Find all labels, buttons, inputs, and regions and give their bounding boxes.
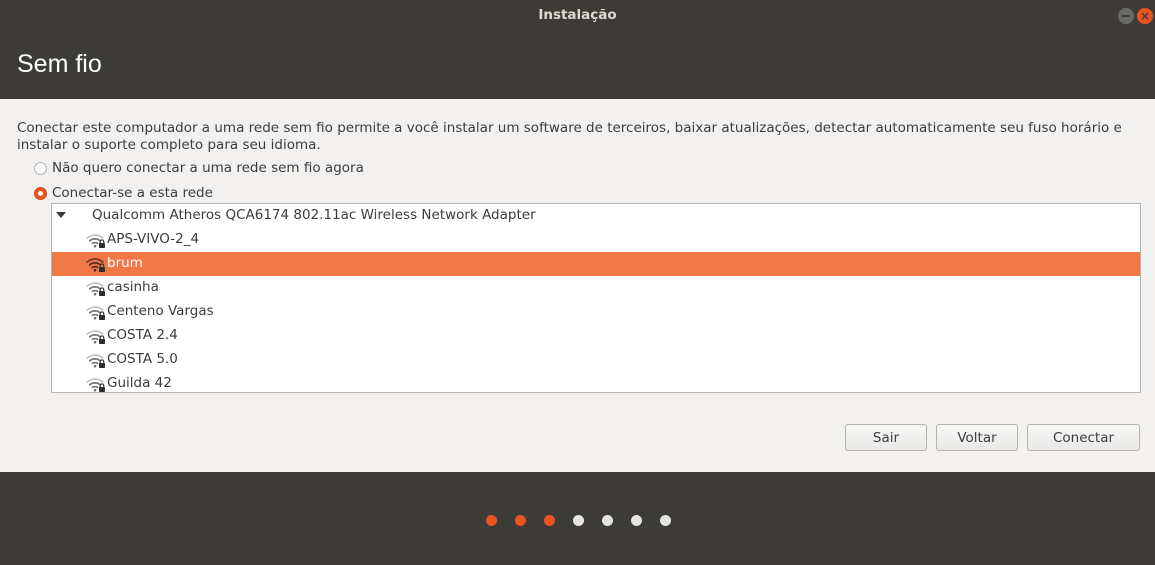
description-text: Conectar este computador a uma rede sem … (17, 120, 1122, 153)
connect-button[interactable]: Conectar (1027, 424, 1140, 451)
option-no-connect-label: Não quero conectar a uma rede sem fio ag… (52, 160, 364, 176)
wifi-lock-icon (85, 330, 105, 344)
network-name: COSTA 2.4 (107, 327, 178, 343)
network-item[interactable]: Centeno Vargas (52, 300, 1140, 324)
progress-dot (515, 515, 526, 526)
back-button[interactable]: Voltar (936, 424, 1018, 451)
wifi-lock-icon (85, 306, 105, 320)
network-item[interactable]: Guilda 42 (52, 372, 1140, 392)
network-name: Guilda 42 (107, 375, 172, 391)
wifi-lock-icon (85, 258, 105, 272)
triangle-down-icon[interactable] (56, 212, 66, 218)
progress-dot (631, 515, 642, 526)
network-name: brum (107, 255, 143, 271)
network-name: COSTA 5.0 (107, 351, 178, 367)
radio-no-connect[interactable] (34, 161, 47, 175)
network-list[interactable]: Qualcomm Atheros QCA6174 802.11ac Wirele… (51, 203, 1141, 393)
progress-dot (602, 515, 613, 526)
close-button[interactable]: × (1137, 8, 1153, 24)
network-item[interactable]: COSTA 5.0 (52, 348, 1140, 372)
title-bar: Instalação × (0, 0, 1155, 30)
progress-footer (0, 472, 1155, 565)
window-title: Instalação (538, 7, 617, 23)
network-item[interactable]: brum (52, 252, 1140, 276)
wifi-lock-icon (85, 378, 105, 392)
progress-dots (486, 515, 689, 526)
wifi-lock-icon (85, 354, 105, 368)
network-name: APS-VIVO-2_4 (107, 231, 200, 247)
radio-connect[interactable] (34, 186, 47, 200)
adapter-row[interactable]: Qualcomm Atheros QCA6174 802.11ac Wirele… (52, 204, 1140, 228)
progress-dot (486, 515, 497, 526)
network-name: casinha (107, 279, 159, 295)
network-item[interactable]: APS-VIVO-2_4 (52, 228, 1140, 252)
option-no-connect[interactable]: Não quero conectar a uma rede sem fio ag… (34, 158, 364, 178)
progress-dot (573, 515, 584, 526)
quit-button[interactable]: Sair (845, 424, 927, 451)
main-content: Conectar este computador a uma rede sem … (0, 99, 1155, 472)
progress-dot (544, 515, 555, 526)
page-title: Sem fio (17, 50, 102, 78)
wifi-lock-icon (85, 282, 105, 296)
network-item[interactable]: COSTA 2.4 (52, 324, 1140, 348)
network-name: Centeno Vargas (107, 303, 214, 319)
wifi-lock-icon (85, 234, 105, 248)
page-header: Sem fio (0, 30, 1155, 99)
progress-dot (660, 515, 671, 526)
adapter-name: Qualcomm Atheros QCA6174 802.11ac Wirele… (92, 207, 536, 223)
option-connect-label: Conectar-se a esta rede (52, 185, 213, 201)
minimize-button[interactable] (1118, 8, 1134, 24)
option-connect[interactable]: Conectar-se a esta rede (34, 183, 213, 203)
network-item[interactable]: casinha (52, 276, 1140, 300)
